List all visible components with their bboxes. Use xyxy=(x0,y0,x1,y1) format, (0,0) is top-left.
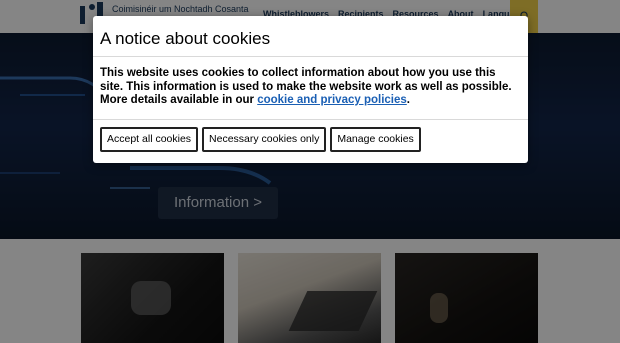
accept-all-cookies-button[interactable]: Accept all cookies xyxy=(100,127,199,152)
cookie-policy-link[interactable]: cookie and privacy policies xyxy=(257,94,407,106)
dialog-title: A notice about cookies xyxy=(100,29,271,48)
divider xyxy=(93,56,528,57)
dialog-text-prefix: More details available in our xyxy=(100,94,258,106)
dialog-actions: Accept all cookies Necessary cookies onl… xyxy=(100,127,421,152)
necessary-cookies-button[interactable]: Necessary cookies only xyxy=(202,127,327,152)
dialog-body: This website uses cookies to collect inf… xyxy=(100,67,520,108)
divider xyxy=(93,119,528,120)
cookie-dialog: A notice about cookies This website uses… xyxy=(93,16,528,163)
dialog-text: This website uses cookies to collect inf… xyxy=(100,67,512,93)
manage-cookies-button[interactable]: Manage cookies xyxy=(330,127,421,152)
dialog-text-suffix: . xyxy=(406,94,410,106)
